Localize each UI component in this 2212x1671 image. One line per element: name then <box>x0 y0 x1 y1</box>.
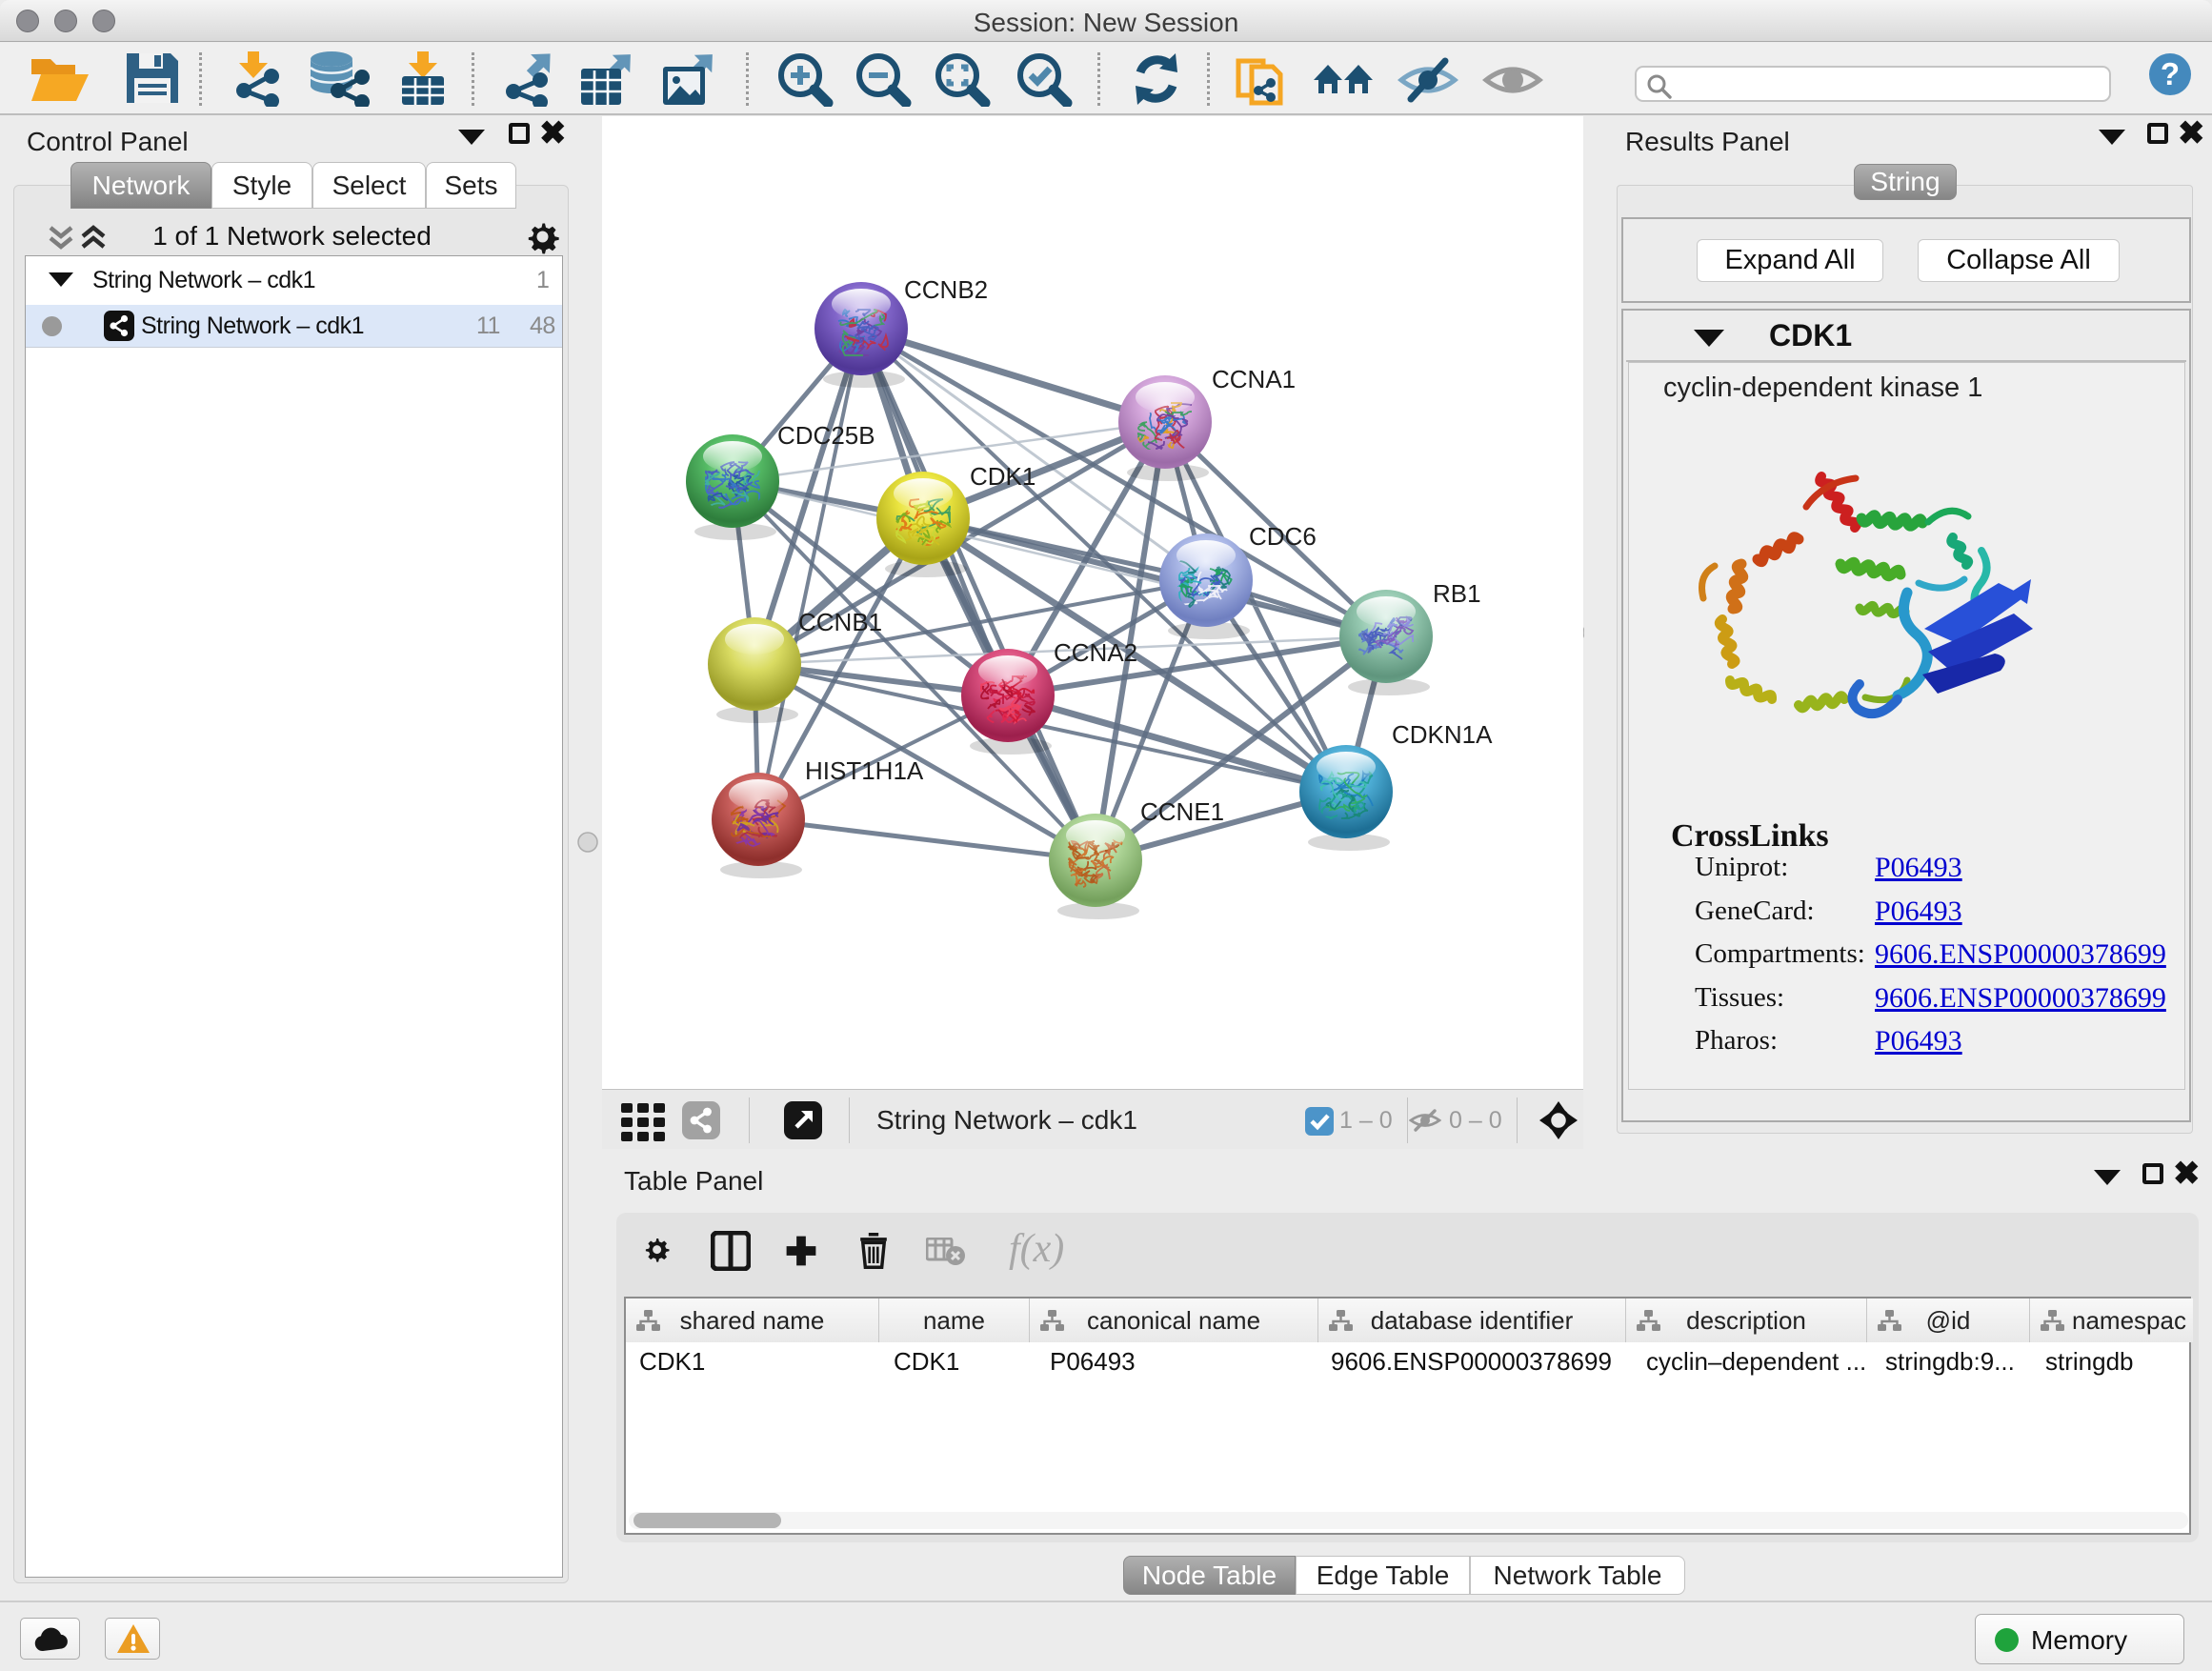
svg-text:CCNE1: CCNE1 <box>1140 797 1224 826</box>
svg-text:CDC6: CDC6 <box>1249 522 1317 551</box>
svg-text:CCNA2: CCNA2 <box>1054 638 1137 667</box>
svg-text:CCNB1: CCNB1 <box>798 608 882 636</box>
svg-text:CDKN1A: CDKN1A <box>1392 720 1493 749</box>
svg-text:CDK1: CDK1 <box>970 462 1036 491</box>
svg-text:RB1: RB1 <box>1433 579 1481 608</box>
svg-text:CCNB2: CCNB2 <box>904 275 988 304</box>
svg-text:CDC25B: CDC25B <box>777 421 875 450</box>
svg-text:HIST1H1A: HIST1H1A <box>805 756 924 785</box>
svg-text:?: ? <box>2161 56 2180 91</box>
svg-text:CCNA1: CCNA1 <box>1212 365 1296 393</box>
